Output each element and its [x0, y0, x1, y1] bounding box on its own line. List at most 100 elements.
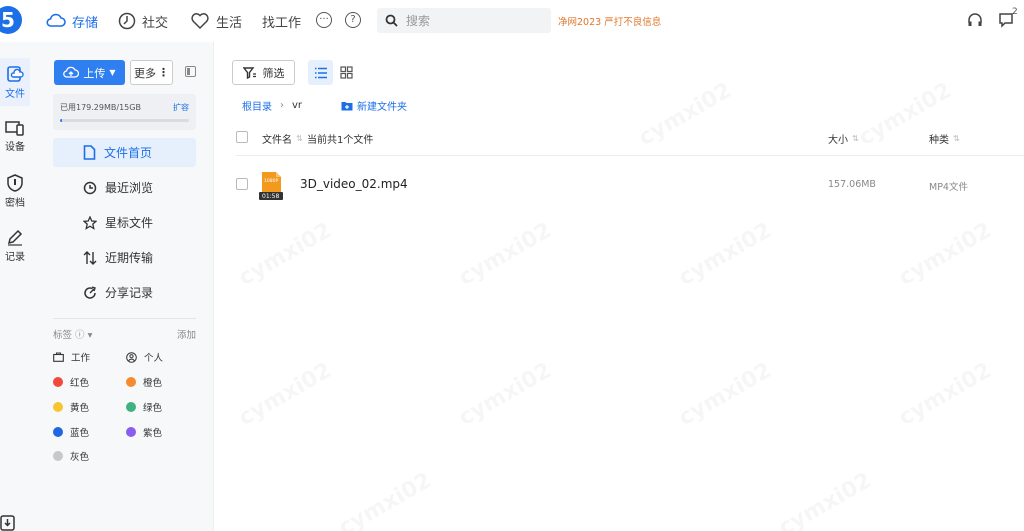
shield-icon [7, 174, 23, 192]
column-type[interactable]: 种类 ⇅ [929, 131, 960, 146]
search-icon [385, 14, 398, 27]
menu-recent[interactable]: 最近浏览 [53, 173, 196, 202]
column-size[interactable]: 大小 ⇅ [828, 131, 859, 146]
menu-file-home-label: 文件首页 [104, 146, 153, 160]
color-dot [53, 427, 63, 437]
notification-badge: 2 [1012, 7, 1018, 17]
add-tag-link[interactable]: 添加 [177, 327, 196, 341]
filter-label: 筛选 [262, 66, 285, 80]
column-name[interactable]: 文件名 ⇅ [262, 131, 303, 146]
tag-gray[interactable]: 灰色 [53, 449, 89, 463]
new-folder-button[interactable]: 新建文件夹 [341, 98, 407, 113]
file-icon [83, 145, 96, 160]
color-dot [126, 402, 136, 412]
column-size-label: 大小 [828, 135, 848, 146]
file-count-label: 当前共1个文件 [307, 135, 374, 146]
row-checkbox[interactable] [236, 178, 248, 190]
chevron-right-icon: › [280, 100, 284, 111]
list-view-icon [314, 67, 327, 78]
top-bar: 5 存储 社交 生活 找工作 ··· ? 净网2023 严打不良信息 2 [0, 0, 1024, 42]
storage-bar [60, 119, 189, 122]
color-dot [126, 427, 136, 437]
heart-icon [191, 13, 209, 30]
color-dot [126, 377, 136, 387]
collapse-sidebar-icon[interactable] [185, 66, 196, 77]
menu-file-home[interactable]: 文件首页 [53, 138, 196, 167]
upload-cloud-icon [63, 66, 80, 78]
table-row[interactable]: 1080P 01:58 3D_video_02.mp4 157.06MB MP4… [236, 166, 1024, 204]
app-logo[interactable]: 5 [0, 6, 22, 34]
list-view-button[interactable] [308, 60, 333, 85]
tag-orange[interactable]: 橙色 [126, 375, 162, 389]
tag-red[interactable]: 红色 [53, 375, 89, 389]
headset-icon[interactable] [967, 12, 983, 28]
nav-storage[interactable]: 存储 [46, 10, 98, 32]
search-input[interactable] [406, 13, 536, 28]
tag-personal[interactable]: 个人 [126, 350, 163, 364]
devices-icon [5, 121, 24, 136]
file-name[interactable]: 3D_video_02.mp4 [300, 177, 408, 191]
tag-green[interactable]: 绿色 [126, 400, 162, 414]
nav-jobs[interactable]: 找工作 [262, 10, 301, 32]
upload-label: 上传 [83, 66, 106, 80]
rail-notes-label: 记录 [5, 252, 25, 263]
rail-vault[interactable]: 密档 [0, 174, 30, 209]
clock-icon [118, 12, 136, 30]
briefcase-icon [53, 352, 64, 362]
rail-notes[interactable]: 记录 [0, 228, 30, 263]
file-type: MP4文件 [929, 182, 968, 193]
nav-life[interactable]: 生活 [190, 10, 242, 32]
filter-icon [242, 66, 256, 79]
download-box-icon[interactable] [0, 515, 16, 531]
tag-red-label: 红色 [70, 378, 90, 389]
tag-purple-label: 紫色 [143, 428, 163, 439]
more-apps-icon[interactable]: ··· [316, 12, 332, 28]
video-file-icon: 1080P 01:58 [259, 172, 283, 200]
rail-files[interactable]: 文件 [0, 58, 30, 106]
select-all-checkbox[interactable] [236, 131, 248, 143]
tag-personal-label: 个人 [144, 353, 164, 364]
breadcrumb-root[interactable]: 根目录 [242, 98, 272, 113]
sort-icon: ⇅ [852, 134, 859, 143]
share-icon [84, 285, 96, 299]
rail-devices[interactable]: 设备 [0, 120, 30, 153]
tag-yellow[interactable]: 黄色 [53, 400, 89, 414]
breadcrumb-current: vr [292, 100, 303, 111]
menu-shares[interactable]: 分享记录 [53, 278, 196, 307]
upload-button[interactable]: 上传 ▼ [54, 60, 125, 85]
menu-starred[interactable]: 星标文件 [53, 208, 196, 237]
sidebar: 上传 ▼ 更多 ⋮ 已用179.29MB/15GB 扩容 文件首页 最近浏览 星… [38, 42, 214, 531]
grid-view-button[interactable] [334, 60, 359, 85]
nav-life-label: 生活 [216, 15, 243, 31]
expand-storage-link[interactable]: 扩容 [173, 102, 189, 113]
file-count: 当前共1个文件 [307, 131, 373, 146]
notice-text[interactable]: 净网2023 严打不良信息 [558, 14, 661, 28]
tag-purple[interactable]: 紫色 [126, 425, 162, 439]
tag-yellow-label: 黄色 [70, 403, 90, 414]
tag-blue[interactable]: 蓝色 [53, 425, 89, 439]
help-icon[interactable]: ? [345, 12, 361, 28]
caret-down-icon: ▾ [87, 330, 93, 341]
sidebar-divider [53, 318, 196, 319]
main-panel: cymxi02 cymxi02 cymxi02 cymxi02 cymxi02 … [214, 42, 1024, 531]
message-icon[interactable] [999, 12, 1013, 28]
file-list-header: 文件名 ⇅ 当前共1个文件 大小 ⇅ 种类 ⇅ [236, 128, 1024, 156]
column-name-label: 文件名 [262, 135, 292, 146]
tag-work[interactable]: 工作 [53, 350, 90, 364]
search-box[interactable] [377, 8, 551, 33]
more-button[interactable]: 更多 ⋮ [130, 60, 173, 85]
history-icon [83, 181, 97, 194]
filter-button[interactable]: 筛选 [232, 60, 295, 85]
video-resolution-badge: 1080P [264, 179, 279, 184]
menu-transfers[interactable]: 近期传输 [53, 243, 196, 272]
watermark: cymxi02 cymxi02 cymxi02 cymxi02 cymxi02 … [214, 42, 1024, 531]
nav-social[interactable]: 社交 [118, 10, 168, 32]
file-size: 157.06MB [828, 179, 876, 190]
nav-social-label: 社交 [142, 15, 169, 31]
column-type-label: 种类 [929, 135, 949, 146]
sort-icon: ⇅ [953, 134, 960, 143]
left-rail: 文件 设备 密档 记录 [0, 42, 38, 531]
person-icon [126, 351, 137, 363]
more-label: 更多 [134, 66, 156, 80]
tags-title-group[interactable]: 标签 ⓘ ▾ [53, 327, 92, 341]
